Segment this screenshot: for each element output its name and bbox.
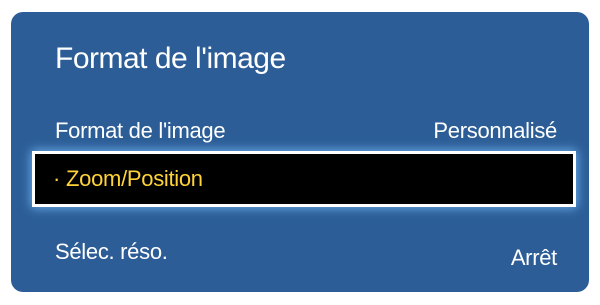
menu-item-label: · Zoom/Position [53, 166, 203, 192]
menu-item-label-text: Zoom/Position [66, 166, 203, 191]
menu-item-selec-reso[interactable]: Sélec. réso. Arrêt [11, 233, 589, 277]
menu-item-value: Personnalisé [433, 118, 557, 143]
menu-item-label: Format de l'image [55, 118, 226, 143]
menu-item-value: Arrêt [510, 245, 557, 270]
screen: Format de l'image Format de l'image Pers… [0, 0, 600, 305]
bullet-icon: · [53, 166, 61, 191]
menu-item-zoom-position[interactable]: · Zoom/Position [35, 154, 573, 204]
osd-menu-panel: Format de l'image Format de l'image Pers… [11, 12, 589, 292]
menu-item-format-image[interactable]: Format de l'image Personnalisé [11, 109, 589, 153]
menu-title: Format de l'image [55, 42, 286, 75]
menu-item-label: Sélec. réso. [55, 239, 168, 264]
